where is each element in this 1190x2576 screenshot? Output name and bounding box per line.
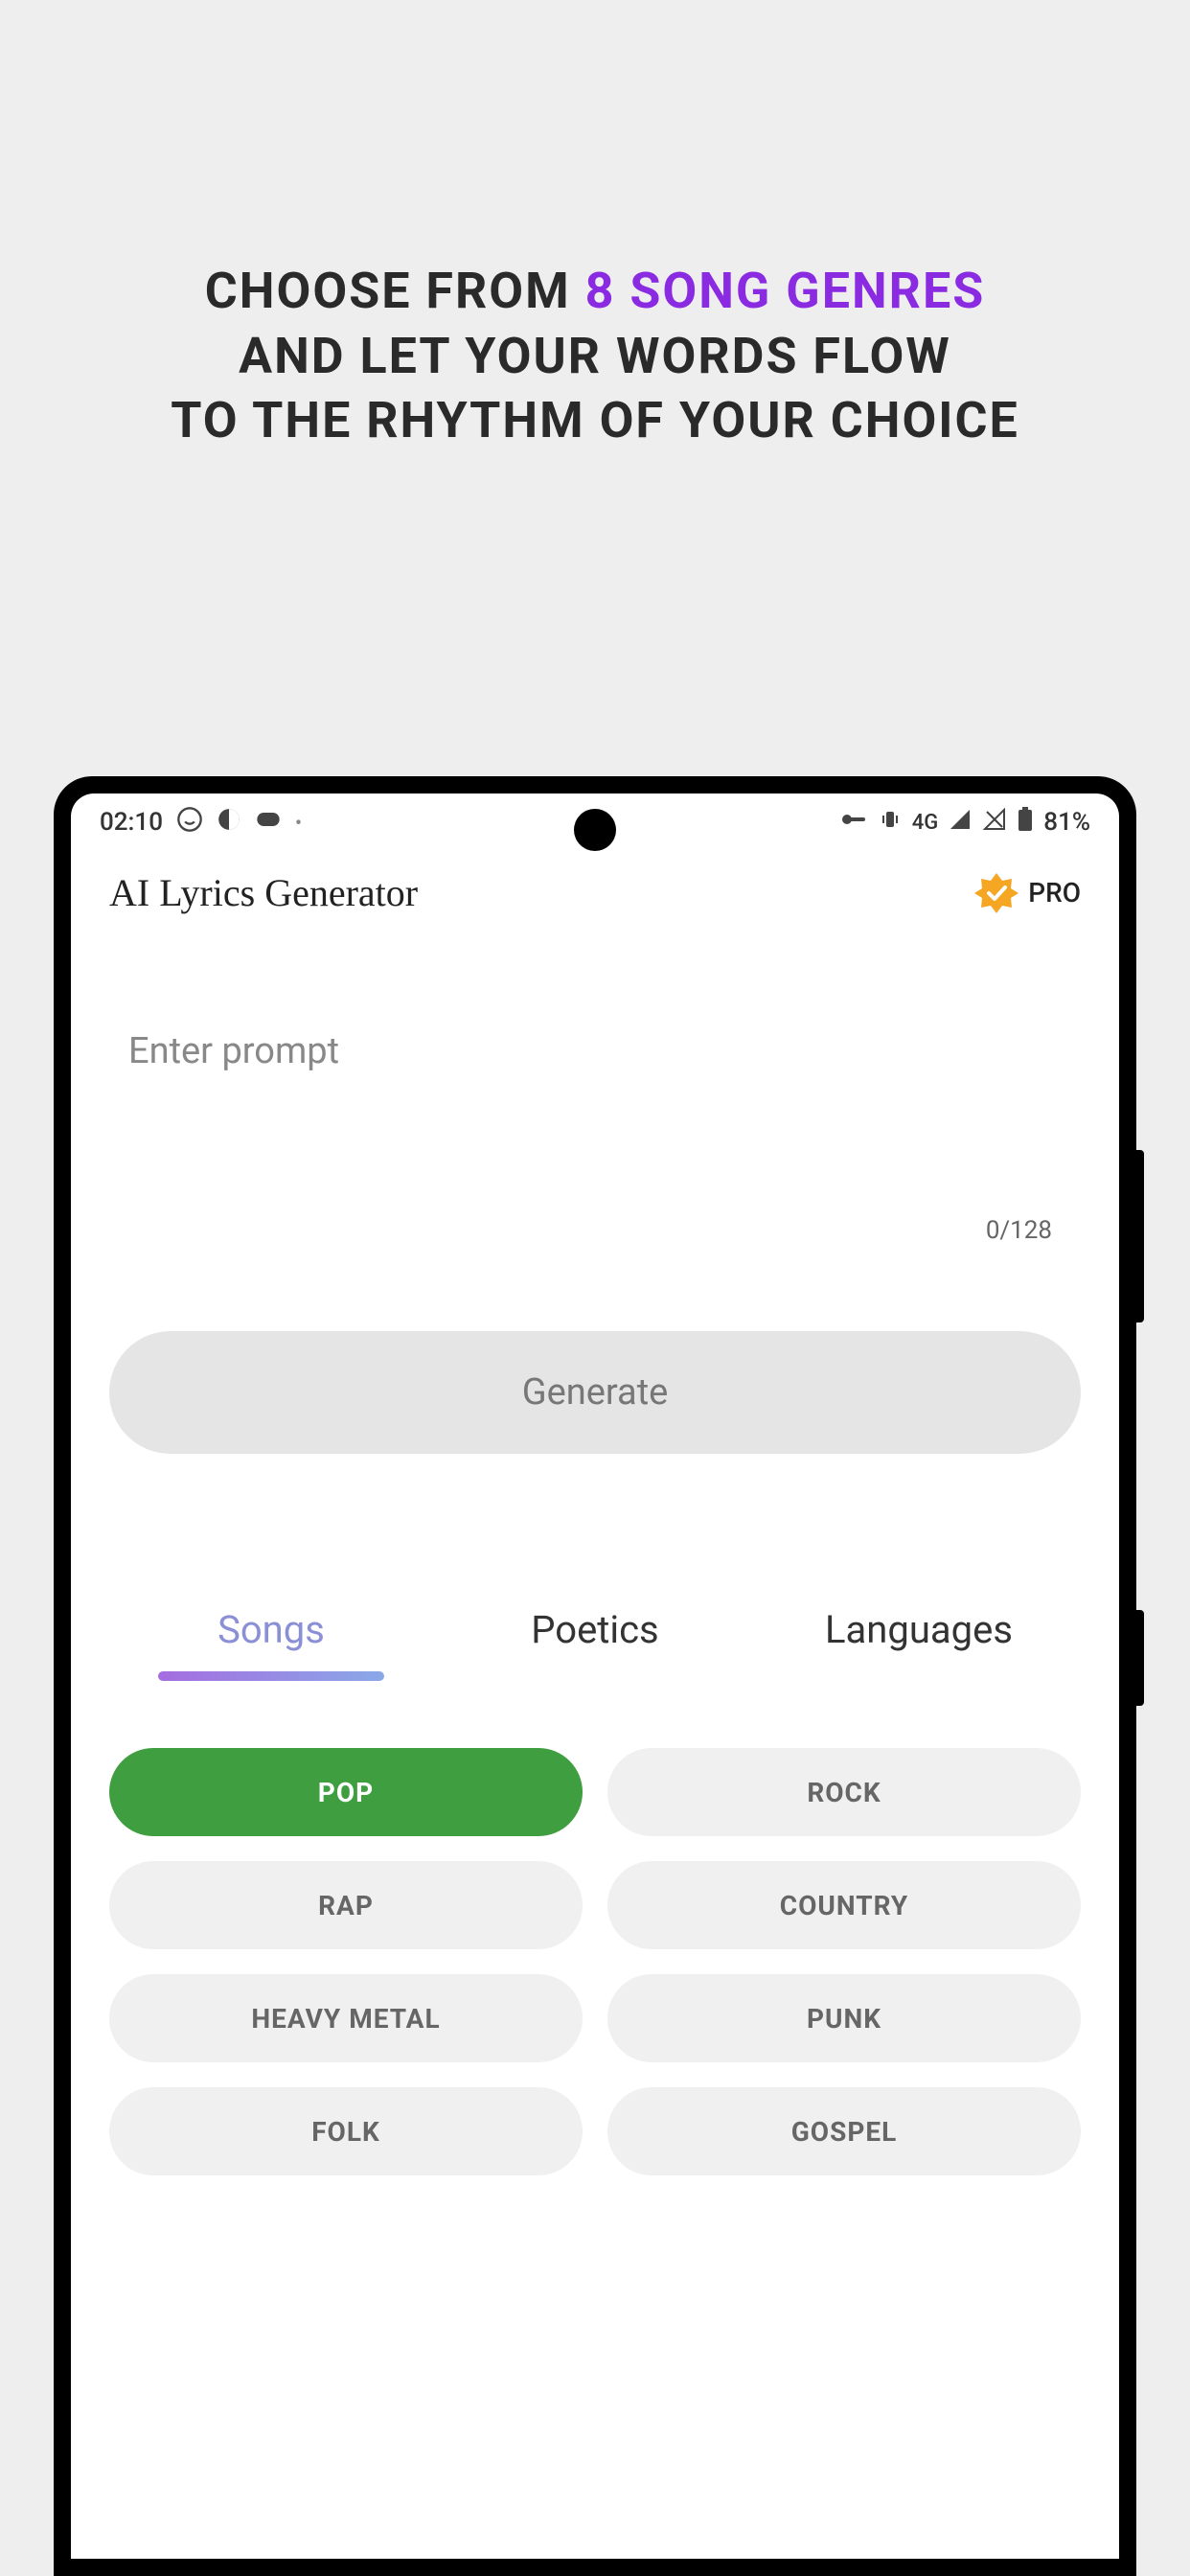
genre-rock[interactable]: ROCK	[607, 1748, 1081, 1836]
status-battery: 81%	[1043, 808, 1090, 837]
genre-pop[interactable]: POP	[109, 1748, 583, 1836]
phone-side-button	[1136, 1150, 1144, 1322]
tab-label: Languages	[825, 1607, 1013, 1652]
marketing-line2: AND LET YOUR WORDS FLOW	[0, 324, 1190, 389]
genre-punk[interactable]: PUNK	[607, 1974, 1081, 2062]
genre-folk[interactable]: FOLK	[109, 2087, 583, 2175]
tabs: Songs Poetics Languages	[109, 1607, 1081, 1681]
camera-hole	[574, 809, 616, 851]
generate-button[interactable]: Generate	[109, 1331, 1081, 1454]
vpn-icon	[839, 808, 868, 838]
app-icon	[255, 806, 282, 840]
char-count: 0/128	[128, 1216, 1062, 1245]
signal-empty-icon	[982, 808, 1007, 838]
whatsapp-icon	[176, 806, 203, 840]
prompt-input[interactable]	[128, 1030, 1062, 1203]
genre-rap[interactable]: RAP	[109, 1861, 583, 1949]
half-circle-icon	[217, 807, 241, 839]
genre-heavy-metal[interactable]: HEAVY METAL	[109, 1974, 583, 2062]
pro-star-icon	[974, 871, 1018, 915]
vibrate-icon	[878, 808, 903, 838]
tab-label: Poetics	[531, 1607, 658, 1652]
status-time: 02:10	[100, 808, 163, 837]
marketing-line3: TO THE RHYTHM OF YOUR CHOICE	[0, 388, 1190, 453]
marketing-headline: CHOOSE FROM 8 SONG GENRES AND LET YOUR W…	[0, 259, 1190, 453]
signal-icon	[948, 808, 973, 838]
phone-frame: 02:10 •	[54, 776, 1136, 2576]
marketing-line1-b: 8 SONG GENRES	[585, 262, 986, 320]
pro-badge[interactable]: PRO	[974, 871, 1081, 915]
pro-label: PRO	[1028, 877, 1081, 908]
tab-poetics[interactable]: Poetics	[433, 1607, 757, 1681]
app-header: AI Lyrics Generator PRO	[71, 851, 1119, 925]
prompt-area: 0/128	[109, 1030, 1081, 1245]
app-title: AI Lyrics Generator	[109, 870, 418, 915]
dot-icon: •	[295, 811, 302, 834]
phone-screen: 02:10 •	[71, 794, 1119, 2559]
genre-country[interactable]: COUNTRY	[607, 1861, 1081, 1949]
tab-languages[interactable]: Languages	[757, 1607, 1081, 1681]
marketing-line1-a: CHOOSE FROM	[205, 262, 585, 320]
phone-side-button	[1136, 1610, 1144, 1706]
battery-icon	[1017, 806, 1034, 840]
genre-gospel[interactable]: GOSPEL	[607, 2087, 1081, 2175]
genre-grid: POP ROCK RAP COUNTRY HEAVY METAL PUNK FO…	[109, 1748, 1081, 2175]
tab-indicator	[158, 1671, 385, 1681]
tab-label: Songs	[217, 1607, 325, 1652]
tab-songs[interactable]: Songs	[109, 1607, 433, 1681]
status-network: 4G	[912, 811, 939, 835]
